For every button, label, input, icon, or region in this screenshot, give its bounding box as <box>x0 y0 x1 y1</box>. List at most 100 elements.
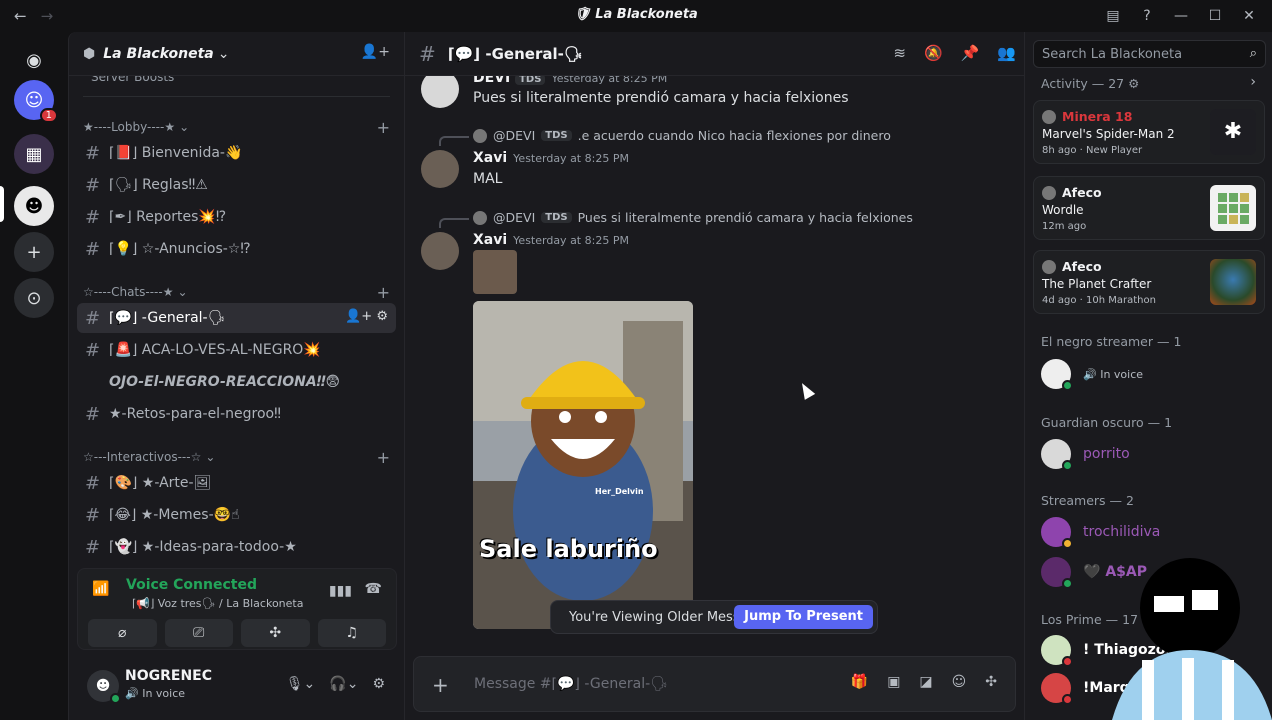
wordle-grid <box>1218 193 1249 224</box>
activity-game: Marvel's Spider-Man 2 <box>1042 127 1175 141</box>
direct-messages-icon[interactable]: ☺ 1 <box>14 80 58 123</box>
channel-bienvenida[interactable]: # ⌈📕⌋ Bienvenida-👋 <box>77 138 396 168</box>
screen-share-button[interactable]: ⎚ <box>164 619 233 647</box>
activity-header[interactable]: Activity — 27 ⚙ <box>1041 76 1139 91</box>
channel-title: ⌈💬⌋ -General-🗣 <box>447 44 583 63</box>
meme-image[interactable]: Her_Delvin Sale laburiño <box>473 301 693 629</box>
activity-card[interactable]: Afeco The Planet Crafter 4d ago · 10h Ma… <box>1033 250 1265 314</box>
category-interactivos[interactable]: ☆---Interactivos---☆ ⌄ + <box>83 448 390 467</box>
user-avatar[interactable]: ☻ <box>87 670 121 704</box>
channel-retos[interactable]: # ★-Retos-para-el-negroo‼ <box>77 399 396 429</box>
jump-to-present-button[interactable]: Jump To Present <box>734 605 873 629</box>
sticker-icon[interactable]: ◪ <box>919 674 932 690</box>
channel-header: # ⌈💬⌋ -General-🗣 ≋ 🔕 📌 👥 <box>405 32 1024 76</box>
hash-icon: # <box>85 504 101 526</box>
notifications-muted-icon[interactable]: 🔕 <box>924 44 943 62</box>
gif-icon[interactable]: ▣ <box>887 674 900 690</box>
username[interactable]: NOGRENEC <box>125 668 212 684</box>
avatar <box>1041 517 1073 549</box>
hash-icon: # <box>85 536 101 558</box>
headphones-icon[interactable]: 🎧⌄ <box>329 676 358 692</box>
avatar[interactable] <box>421 232 459 270</box>
camera-off-button[interactable]: ⌀ <box>88 619 157 647</box>
invite-icon[interactable]: 👤+ <box>361 44 390 60</box>
message-author[interactable]: Xavi Yesterday at 8:25 PM <box>473 232 629 248</box>
search-input[interactable]: Search La Blackoneta ⌕ <box>1033 40 1266 68</box>
channel-general[interactable]: # ⌈💬⌋ -General-🗣 👤+ ⚙ <box>77 303 396 333</box>
voice-channel[interactable]: ⌈📢⌋ Voz tres🗣 / La Blackoneta <box>132 597 303 610</box>
add-channel-icon[interactable]: + <box>377 283 390 302</box>
disconnect-icon[interactable]: ☎ <box>365 581 382 597</box>
noise-suppression-icon[interactable]: ▮▮▮ <box>329 583 352 599</box>
la-blackoneta-server-icon[interactable]: ☻ <box>14 186 54 226</box>
category-chats[interactable]: ☆----Chats----★ ⌄ + <box>83 283 390 302</box>
channel-ojo-el-negro[interactable]: OJO-El-NEGRO-REACCIONA‼😨 <box>77 367 396 397</box>
reply-preview[interactable]: @DEVI TDS Pues si literalmente prendió cam… <box>439 210 913 228</box>
sticker-image[interactable] <box>473 250 517 294</box>
role-header: El negro streamer — 1 <box>1041 334 1182 349</box>
minimize-button[interactable]: — <box>1164 4 1198 28</box>
avatar[interactable] <box>421 150 459 188</box>
message-author[interactable]: DEVI TDS Yesterday at 8:25 PM <box>473 76 667 86</box>
member-item[interactable]: porrito <box>1041 436 1130 472</box>
voice-icon: 🔊 <box>1083 367 1101 381</box>
microphone-icon[interactable]: 🎙⌄ <box>286 676 316 692</box>
dnd-status-dot <box>1062 656 1073 667</box>
add-channel-icon[interactable]: + <box>377 448 390 467</box>
reply-line <box>439 218 469 228</box>
gear-icon[interactable]: ⚙ <box>372 676 385 692</box>
discord-home-icon[interactable]: ◉ <box>14 40 54 80</box>
channel-ideas[interactable]: # ⌈👻⌋ ★-Ideas-para-todoo-★ <box>77 532 396 562</box>
gift-icon[interactable]: 🎁 <box>851 674 868 690</box>
channel-reglas[interactable]: # ⌈🗣⌋ Reglas‼⚠ <box>77 170 396 200</box>
discover-icon[interactable]: ⊙ <box>14 278 54 318</box>
message-input[interactable]: Message #⌈💬⌋ -General-🗣 <box>474 676 668 692</box>
member-item[interactable]: trochilidiva <box>1041 514 1160 550</box>
online-status-dot <box>1062 380 1073 391</box>
add-channel-icon[interactable]: + <box>377 118 390 137</box>
maximize-button[interactable]: ☐ <box>1198 4 1232 28</box>
inbox-icon[interactable]: ▤ <box>1096 4 1130 28</box>
member-list-icon[interactable]: 👥 <box>997 44 1016 62</box>
channel-reportes[interactable]: # ⌈✒⌋ Reportes💥⁉ <box>77 202 396 232</box>
message-composer[interactable]: + Message #⌈💬⌋ -General-🗣 🎁 ▣ ◪ ☺ ✣ <box>413 656 1016 712</box>
emoji-icon[interactable]: ☺ <box>952 674 967 690</box>
member-name: trochilidiva <box>1083 524 1161 540</box>
voice-status[interactable]: Voice Connected <box>126 577 257 593</box>
user-controls: 🎙⌄ 🎧⌄ ⚙ <box>286 676 385 692</box>
upload-plus-icon[interactable]: + <box>432 673 449 697</box>
spider-man-game-icon: ✱ <box>1210 109 1256 155</box>
server-folder-icon[interactable]: ▦ <box>14 134 54 174</box>
avatar[interactable] <box>421 76 459 108</box>
channel-arte[interactable]: # ⌈🎨⌋ ★-Arte-🖼 <box>77 468 396 498</box>
voice-panel: 📶 Voice Connected ⌈📢⌋ Voz tres🗣 / La Bla… <box>77 568 397 650</box>
activity-card[interactable]: Minera 18 Marvel's Spider-Man 2 8h ago ·… <box>1033 100 1265 164</box>
activities-button[interactable]: ✣ <box>241 619 310 647</box>
activity-card[interactable]: Afeco Wordle 12m ago <box>1033 176 1265 240</box>
role-header: Guardian oscuro — 1 <box>1041 415 1173 430</box>
server-boosts-item[interactable]: Server Boosts <box>91 76 174 84</box>
category-lobby[interactable]: ★----Lobby----★ ⌄ + <box>83 118 390 137</box>
close-button[interactable]: ✕ <box>1232 4 1266 28</box>
channel-settings-icon[interactable]: 👤+ ⚙ <box>345 309 388 324</box>
planet-crafter-game-icon <box>1210 259 1256 305</box>
help-icon[interactable]: ? <box>1130 4 1164 28</box>
pin-icon[interactable]: 📌 <box>961 44 980 62</box>
channel-memes[interactable]: # ⌈😂⌋ ★-Memes-🤓☝ <box>77 500 396 530</box>
gear-icon[interactable]: ⚙ <box>1128 76 1139 91</box>
channel-anuncios[interactable]: # ⌈💡⌋ ☆-Anuncios-☆⁉ <box>77 234 396 264</box>
activity-user: Afeco <box>1042 185 1102 200</box>
reply-preview[interactable]: @DEVI TDS .e acuerdo cuando Nico hacia fle… <box>439 128 891 146</box>
soundboard-button[interactable]: ♫ <box>317 619 386 647</box>
message-author[interactable]: Xavi Yesterday at 8:25 PM <box>473 150 629 166</box>
apps-icon[interactable]: ✣ <box>985 674 997 690</box>
threads-icon[interactable]: ≋ <box>893 44 906 62</box>
meme-illustration <box>473 301 693 629</box>
server-header[interactable]: ⬢ La Blackoneta ⌄ 👤+ <box>69 32 404 76</box>
channel-aca-lo-ves[interactable]: # ⌈🚨⌋ ACA-LO-VES-AL-NEGRO💥 <box>77 335 396 365</box>
member-item[interactable]: 🔊 In voice <box>1041 356 1143 392</box>
activity-meta: 12m ago <box>1042 221 1087 232</box>
add-server-icon[interactable]: + <box>14 232 54 272</box>
chevron-right-icon[interactable]: › <box>1250 74 1256 90</box>
hash-icon: # <box>85 238 101 260</box>
